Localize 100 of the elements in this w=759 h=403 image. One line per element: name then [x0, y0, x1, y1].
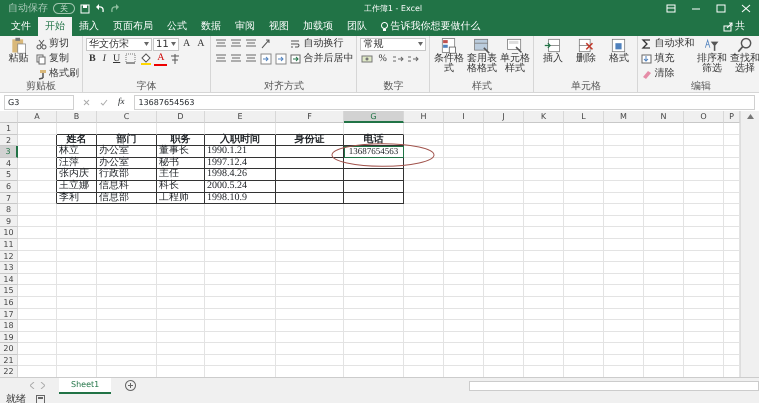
column-header[interactable]: M: [604, 111, 644, 123]
ribbon-tab[interactable]: 插入: [72, 17, 106, 36]
row-header[interactable]: 5: [0, 169, 18, 181]
column-header[interactable]: O: [684, 111, 724, 123]
ribbon-button[interactable]: 格式: [603, 37, 634, 64]
row-header[interactable]: 15: [0, 285, 18, 297]
autosave-toggle[interactable]: 关: [53, 3, 75, 14]
tell-me-search[interactable]: 告诉我你想要做什么: [374, 17, 488, 36]
ribbon-button[interactable]: 删除: [570, 37, 602, 64]
row-header[interactable]: 16: [0, 296, 18, 308]
format-button[interactable]: A: [194, 38, 208, 50]
dropdown-field[interactable]: 华文仿宋: [86, 38, 152, 50]
formula-field[interactable]: 13687654563: [134, 94, 755, 110]
column-header[interactable]: I: [444, 111, 484, 123]
dropdown-field[interactable]: 11: [153, 38, 179, 50]
sheet-tab[interactable]: Sheet1: [59, 378, 112, 394]
maximize-icon[interactable]: [716, 4, 726, 13]
ribbon-tab[interactable]: 数据: [194, 17, 228, 36]
column-header[interactable]: F: [276, 111, 344, 123]
ribbon-button[interactable]: 单元格样式: [499, 37, 530, 74]
ribbon-button[interactable]: 自动求和: [641, 38, 694, 50]
row-header[interactable]: 12: [0, 250, 18, 262]
currency-icon[interactable]: [361, 53, 374, 65]
row-header[interactable]: 14: [0, 274, 18, 286]
share-button[interactable]: 共: [716, 17, 759, 36]
column-header[interactable]: D: [157, 111, 205, 123]
row-header[interactable]: 8: [0, 204, 18, 216]
ribbon-tab[interactable]: 页面布局: [106, 17, 160, 36]
close-icon[interactable]: [741, 4, 751, 13]
column-header[interactable]: C: [97, 111, 157, 123]
ribbon-tab[interactable]: 视图: [262, 17, 296, 36]
ribbon-button[interactable]: 套用表格格式: [466, 37, 498, 74]
ribbon-button[interactable]: 格式刷: [36, 68, 79, 80]
column-header[interactable]: J: [484, 111, 524, 123]
indent-icon[interactable]: [260, 53, 272, 65]
column-header[interactable]: B: [57, 111, 97, 123]
format-button[interactable]: A: [180, 38, 194, 50]
ribbon-tab[interactable]: 公式: [160, 17, 194, 36]
ribbon-tab[interactable]: 开始: [38, 17, 72, 36]
ribbon-button[interactable]: 排序和筛选: [696, 37, 728, 74]
row-header[interactable]: 3: [0, 146, 18, 158]
format-button[interactable]: I: [100, 53, 110, 65]
dropdown-field[interactable]: 常规: [360, 38, 426, 50]
row-header[interactable]: 11: [0, 238, 18, 251]
column-header[interactable]: L: [564, 111, 604, 123]
column-header[interactable]: H: [404, 111, 444, 123]
row-header[interactable]: 1: [0, 123, 18, 135]
add-sheet-icon[interactable]: [125, 380, 136, 391]
row-header[interactable]: 10: [0, 227, 18, 239]
row-header[interactable]: 22: [0, 366, 18, 377]
row-header[interactable]: 2: [0, 134, 18, 146]
ribbon-button[interactable]: 自动换行: [290, 38, 344, 50]
column-header[interactable]: P: [724, 111, 740, 123]
ribbon-button[interactable]: 插入: [537, 37, 568, 64]
ribbon-options-icon[interactable]: [666, 4, 676, 13]
column-header[interactable]: G: [344, 111, 404, 123]
scroll-up-icon[interactable]: [746, 114, 754, 118]
row-header[interactable]: 13: [0, 262, 18, 274]
ribbon-button[interactable]: 清除: [641, 68, 674, 80]
font-color-button[interactable]: A: [154, 52, 168, 66]
format-button[interactable]: %: [375, 53, 390, 65]
table-cell: [524, 343, 564, 355]
redo-icon[interactable]: [110, 4, 120, 14]
save-icon[interactable]: [80, 4, 90, 14]
row-header[interactable]: 9: [0, 216, 18, 228]
ribbon-tab[interactable]: 文件: [4, 17, 38, 36]
format-button[interactable]: U: [110, 53, 124, 65]
row-header[interactable]: 17: [0, 308, 18, 320]
ribbon-button[interactable]: 合并后居中: [290, 53, 354, 65]
horizontal-scrollbar[interactable]: [469, 380, 759, 390]
ribbon-tab[interactable]: 加载项: [296, 17, 340, 36]
ribbon-button[interactable]: 查找和选择: [729, 37, 759, 74]
ribbon-tab[interactable]: 团队: [340, 17, 374, 36]
ribbon-button[interactable]: 粘贴: [3, 37, 34, 64]
column-header[interactable]: A: [18, 111, 57, 123]
name-box[interactable]: G3: [4, 94, 74, 110]
column-header[interactable]: E: [205, 111, 276, 123]
ribbon-button[interactable]: 填充: [641, 53, 674, 65]
orientation-icon[interactable]: [260, 38, 272, 50]
phonetic-guide-icon[interactable]: [169, 53, 182, 65]
row-header[interactable]: 20: [0, 343, 18, 355]
macro-record-icon[interactable]: [36, 394, 45, 403]
column-header[interactable]: N: [644, 111, 684, 123]
insert-function-button[interactable]: fx: [118, 95, 124, 109]
row-header[interactable]: 4: [0, 158, 18, 170]
undo-icon[interactable]: [95, 4, 105, 14]
row-header[interactable]: 6: [0, 180, 18, 193]
fill-bucket-icon[interactable]: [140, 53, 152, 65]
row-header[interactable]: 7: [0, 192, 18, 204]
ribbon-button[interactable]: 剪切: [36, 38, 69, 50]
column-header[interactable]: K: [524, 111, 564, 123]
ribbon-button[interactable]: 复制: [36, 53, 69, 65]
ribbon-button[interactable]: 条件格式: [433, 37, 464, 74]
ribbon-tab[interactable]: 审阅: [228, 17, 262, 36]
row-header[interactable]: 19: [0, 332, 18, 344]
border-grid-icon[interactable]: [125, 53, 138, 65]
row-header[interactable]: 18: [0, 320, 18, 332]
row-header[interactable]: 21: [0, 354, 18, 366]
format-button[interactable]: B: [86, 53, 99, 65]
indent-icon[interactable]: [275, 53, 288, 65]
